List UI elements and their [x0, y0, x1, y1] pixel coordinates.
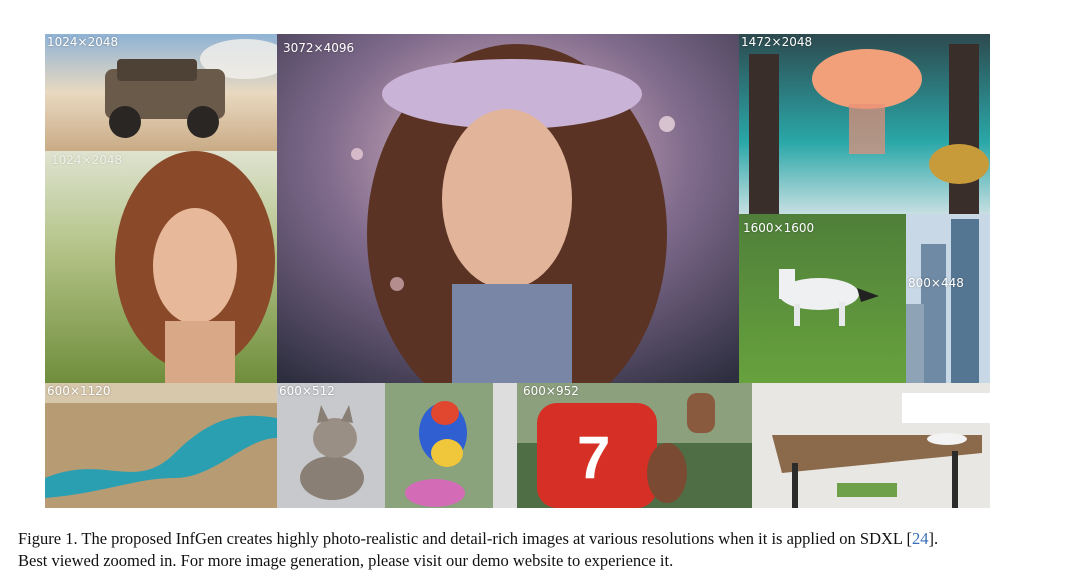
caption-suffix: ].	[928, 529, 939, 548]
citation-link[interactable]: 24	[912, 529, 929, 548]
image-white-horse: 1600×1600	[739, 214, 906, 383]
image-flower-crown-portrait: 3072×4096	[277, 34, 739, 383]
image-woman-field: 1024×2048	[45, 151, 277, 383]
image-table-interior	[752, 383, 990, 508]
image-skyscrapers: 800×448	[906, 214, 990, 383]
caption-line-2: Best viewed zoomed in. For more image ge…	[18, 551, 674, 570]
image-football-player: 7 600×952	[517, 383, 752, 508]
resolution-label: 3072×4096	[283, 41, 355, 55]
image-river-canyon: 600×1120	[45, 383, 277, 508]
image-colorful-bird	[385, 383, 493, 508]
resolution-label: 1472×2048	[741, 35, 813, 49]
resolution-label: 600×952	[523, 384, 579, 398]
svg-text:7: 7	[577, 424, 610, 491]
resolution-label: 600×1120	[47, 384, 111, 398]
resolution-label: 1600×1600	[743, 221, 815, 235]
image-jellyfish-forest: 1472×2048	[739, 34, 990, 214]
resolution-label: 1024×2048	[47, 35, 119, 49]
resolution-label: 800×448	[908, 276, 964, 290]
caption-prefix: Figure 1. The proposed InfGen creates hi…	[18, 529, 912, 548]
figure-caption: Figure 1. The proposed InfGen creates hi…	[18, 528, 1068, 572]
caption-line-1: Figure 1. The proposed InfGen creates hi…	[18, 528, 1068, 550]
image-suv-desert: 1024×2048	[45, 34, 277, 151]
resolution-label: 1024×2048	[51, 153, 123, 167]
resolution-label: 600×512	[279, 384, 335, 398]
figure-image-grid: 1024×2048 1024×2048 3072×4096 1472×2048 …	[45, 34, 990, 508]
image-cat: 600×512	[277, 383, 385, 508]
